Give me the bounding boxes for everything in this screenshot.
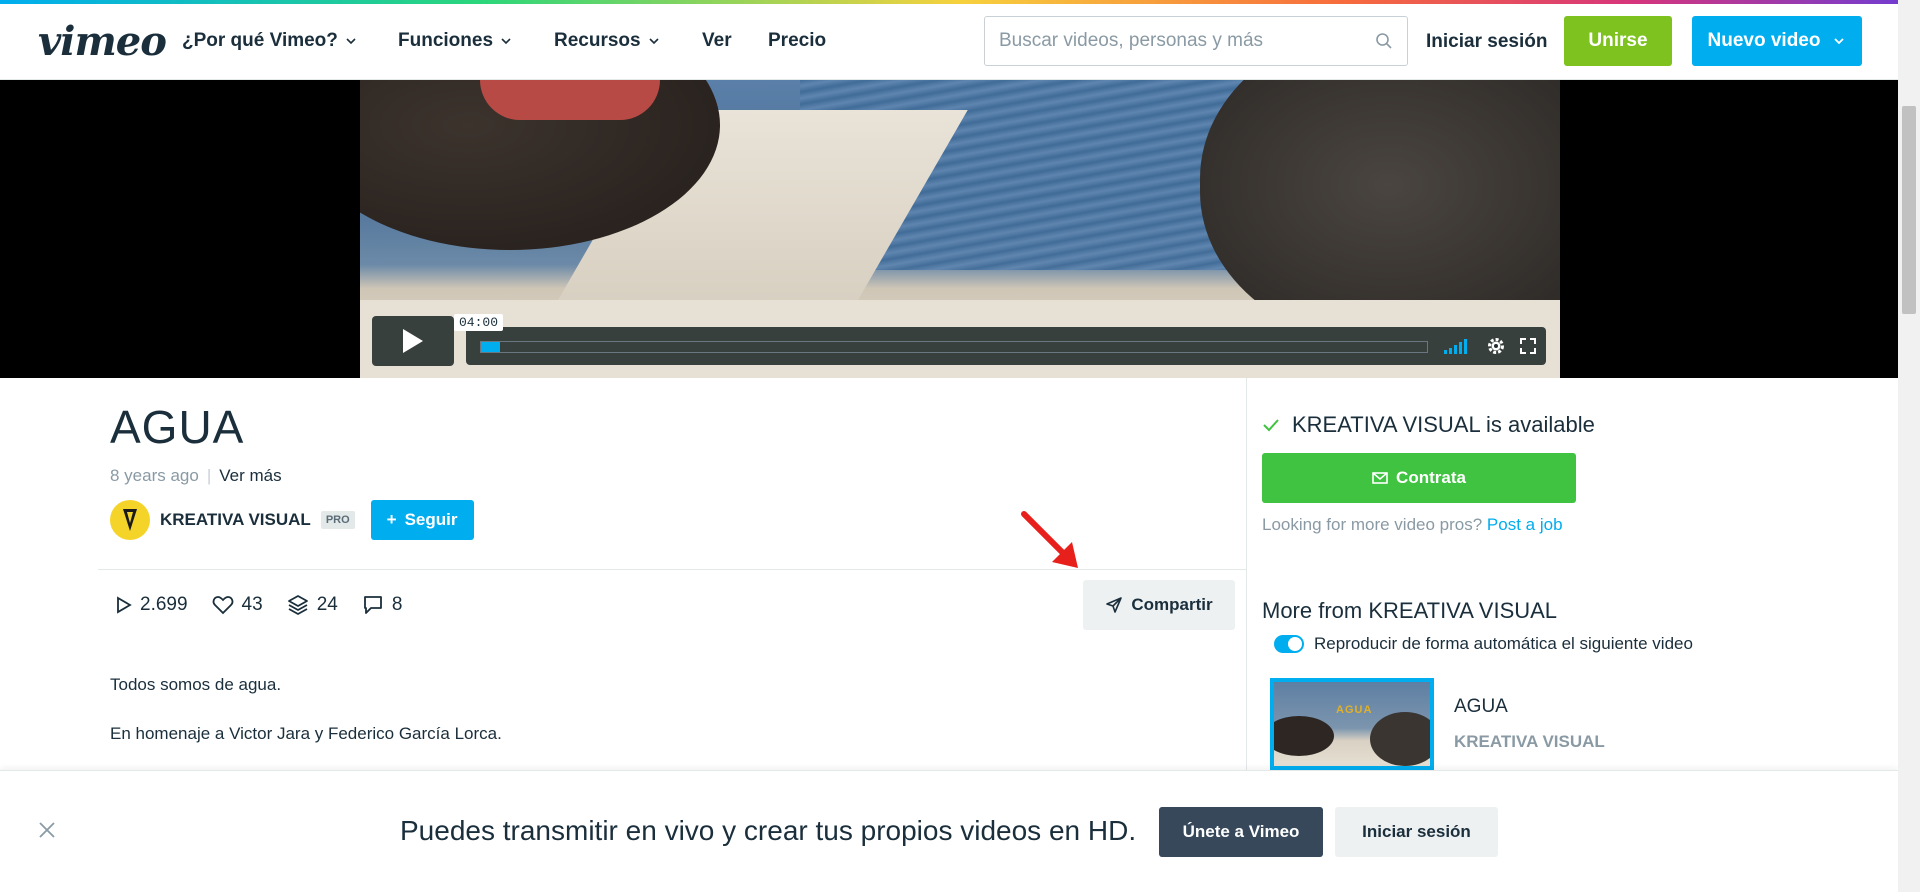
chevron-down-icon	[649, 38, 659, 45]
follow-button[interactable]: + Seguir	[370, 500, 474, 540]
nav-label: Funciones	[398, 30, 494, 51]
nav-pricing[interactable]: Precio	[768, 30, 826, 52]
autoplay-row: Reproducir de forma automática el siguie…	[1274, 634, 1693, 654]
comment-icon	[363, 596, 382, 614]
meta-separator: |	[206, 466, 212, 485]
likes-stat[interactable]: 43	[212, 594, 263, 616]
comments-count: 8	[391, 594, 403, 615]
plays-stat[interactable]: 2.699	[116, 594, 188, 616]
author-row: KREATIVA VISUAL PRO + Seguir	[110, 500, 474, 540]
next-video-author[interactable]: KREATIVA VISUAL	[1454, 732, 1605, 752]
join-vimeo-button[interactable]: Únete a Vimeo	[1159, 807, 1323, 857]
thumbnail-seal-right	[1370, 712, 1430, 766]
video-frame-seal-mouth	[480, 80, 660, 120]
avatar[interactable]	[110, 500, 150, 540]
control-icons	[1444, 336, 1536, 356]
nav-label: Recursos	[554, 30, 641, 51]
layers-icon	[287, 595, 308, 615]
nav-label: Ver	[702, 30, 732, 51]
new-video-label: Nuevo video	[1707, 30, 1821, 51]
description-line: Todos somos de agua.	[110, 675, 282, 694]
nav-label: ¿Por qué Vimeo?	[182, 30, 338, 51]
nav-label: Precio	[768, 30, 827, 51]
follow-label: Seguir	[404, 510, 458, 529]
join-button[interactable]: Unirse	[1564, 16, 1672, 66]
kreativa-logo-icon	[123, 509, 137, 531]
red-arrow-annotation	[1021, 511, 1078, 568]
pro-badge: PRO	[320, 511, 355, 529]
signup-banner: Puedes transmitir en vivo y crear tus pr…	[0, 770, 1898, 892]
looking-for-pros: Looking for more video pros? Post a job	[1262, 515, 1563, 535]
thumbnail-seal-left	[1274, 716, 1334, 756]
nav-watch[interactable]: Ver	[702, 30, 732, 52]
likes-count: 43	[241, 594, 263, 615]
search-input[interactable]	[999, 30, 1375, 52]
mail-icon	[1372, 472, 1388, 484]
more-from-title: More from KREATIVA VISUAL	[1262, 598, 1558, 623]
nav-why-vimeo[interactable]: ¿Por qué Vimeo?	[182, 30, 358, 52]
video-title: AGUA	[110, 401, 245, 453]
search-box	[984, 16, 1408, 66]
video-stats: 2.699 43 24 8	[116, 594, 402, 616]
close-icon[interactable]	[38, 821, 56, 839]
nav-features[interactable]: Funciones	[398, 30, 513, 52]
thumbnail-text: AGUA	[1336, 704, 1373, 716]
play-outline-icon	[117, 596, 132, 614]
search-icon[interactable]	[1375, 32, 1393, 50]
play-icon	[403, 329, 423, 353]
contract-label: Contrata	[1396, 468, 1466, 487]
more-link[interactable]: Ver más	[219, 466, 281, 486]
new-video-button[interactable]: Nuevo video	[1692, 16, 1862, 66]
play-button[interactable]	[372, 316, 454, 366]
description-line: En homenaje a Victor Jara y Federico Gar…	[110, 724, 502, 743]
chevron-down-icon	[346, 38, 356, 45]
video-meta: 8 years ago | Ver más	[110, 466, 282, 486]
plus-icon: +	[386, 510, 397, 529]
progress-bar[interactable]	[480, 341, 1428, 353]
scrollbar-thumb[interactable]	[1902, 106, 1916, 314]
plays-count: 2.699	[140, 594, 188, 615]
share-label: Compartir	[1131, 595, 1213, 614]
checkmark-icon	[1263, 419, 1279, 432]
scrollbar[interactable]	[1898, 0, 1920, 892]
next-video-title[interactable]: AGUA	[1454, 696, 1508, 718]
video-age: 8 years ago	[110, 466, 199, 485]
player-controls: 04:00	[372, 314, 1546, 366]
progress-fill	[481, 342, 500, 352]
contract-button[interactable]: Contrata	[1262, 453, 1576, 503]
comments-stat[interactable]: 8	[362, 594, 403, 616]
heart-icon	[212, 596, 233, 615]
nav-resources[interactable]: Recursos	[554, 30, 661, 52]
collections-count: 24	[316, 594, 338, 615]
banner-text: Puedes transmitir en vivo y crear tus pr…	[400, 815, 1137, 846]
autoplay-toggle[interactable]	[1274, 635, 1304, 653]
next-video-thumbnail[interactable]: AGUA	[1270, 678, 1434, 770]
banner-login-button[interactable]: Iniciar sesión	[1335, 807, 1498, 857]
collections-stat[interactable]: 24	[287, 594, 338, 616]
share-button[interactable]: Compartir	[1083, 580, 1235, 630]
chevron-down-icon	[1834, 38, 1845, 45]
vimeo-logo[interactable]: vimeo	[38, 18, 167, 65]
chevron-down-icon	[501, 38, 511, 45]
post-job-link[interactable]: Post a job	[1487, 515, 1563, 534]
autoplay-label: Reproducir de forma automática el siguie…	[1314, 634, 1693, 653]
time-tooltip: 04:00	[454, 314, 504, 331]
send-icon	[1106, 597, 1123, 613]
login-link[interactable]: Iniciar sesión	[1426, 31, 1547, 53]
availability-row: KREATIVA VISUAL is available	[1262, 412, 1595, 438]
site-header: vimeo ¿Por qué Vimeo? Funciones Recursos…	[0, 4, 1898, 80]
author-name[interactable]: KREATIVA VISUAL	[160, 510, 311, 530]
volume-icon[interactable]	[1444, 338, 1472, 354]
availability-text: KREATIVA VISUAL is available	[1292, 412, 1595, 437]
looking-text: Looking for more video pros?	[1262, 515, 1483, 534]
fullscreen-icon[interactable]	[1520, 338, 1536, 354]
column-divider	[1246, 378, 1247, 778]
control-bar	[466, 327, 1546, 365]
settings-gear-icon[interactable]	[1486, 336, 1506, 356]
